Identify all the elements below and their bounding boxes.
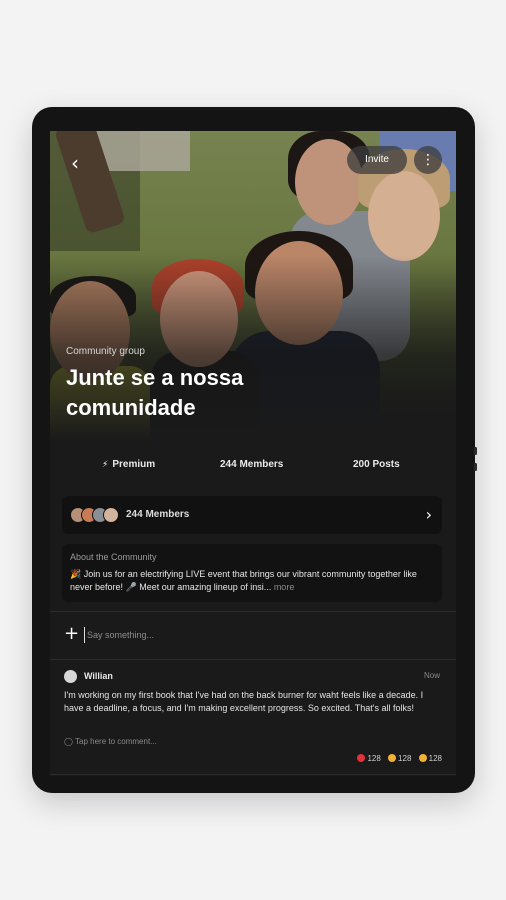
stat-premium: ⚡ Premium bbox=[102, 459, 155, 470]
about-description: 🎉 Join us for an electrifying LIVE event… bbox=[70, 568, 436, 594]
chevron-left-icon: ‹ bbox=[71, 151, 79, 175]
reaction-like[interactable]: 128 bbox=[388, 754, 411, 763]
invite-button[interactable]: Invite bbox=[347, 146, 407, 174]
side-button bbox=[474, 447, 477, 455]
reaction-count: 128 bbox=[367, 754, 381, 763]
app-screen: ‹ Invite ⋮ Community group Junte se a no… bbox=[50, 131, 456, 776]
group-type-label: Community group bbox=[66, 346, 145, 357]
more-vertical-icon: ⋮ bbox=[421, 152, 435, 168]
divider bbox=[50, 659, 456, 660]
avatar bbox=[64, 670, 77, 683]
side-button bbox=[474, 463, 477, 471]
smile-icon bbox=[418, 754, 427, 762]
thumbs-up-icon bbox=[388, 754, 397, 762]
reaction-count: 128 bbox=[398, 754, 412, 763]
post-body: I'm working on my first book that I've h… bbox=[64, 690, 424, 713]
post-timestamp: Now bbox=[423, 671, 440, 680]
stat-premium-label: Premium bbox=[112, 459, 156, 470]
members-row[interactable]: 244 Members › bbox=[62, 496, 442, 534]
about-title: About the Community bbox=[70, 552, 157, 562]
divider bbox=[50, 611, 456, 612]
members-count: 244 Members bbox=[126, 509, 190, 520]
reaction-count: 128 bbox=[428, 754, 442, 763]
avatar bbox=[103, 507, 119, 523]
back-button[interactable]: ‹ bbox=[62, 151, 88, 177]
about-community-card: About the Community 🎉 Join us for an ele… bbox=[62, 544, 442, 602]
stat-members: 244 Members bbox=[220, 459, 284, 470]
divider bbox=[50, 774, 456, 775]
comment-prompt[interactable]: ◯ Tap here to comment... bbox=[64, 737, 157, 746]
chevron-right-icon: › bbox=[425, 505, 432, 524]
post-card: Willian Now I'm working on my first book… bbox=[50, 661, 456, 776]
more-options-button[interactable]: ⋮ bbox=[414, 146, 442, 174]
plus-icon[interactable]: + bbox=[64, 623, 79, 644]
reaction-smile[interactable]: 128 bbox=[418, 754, 442, 763]
more-link[interactable]: more bbox=[271, 582, 295, 592]
group-stats: ⚡ Premium 244 Members 200 Posts bbox=[50, 456, 456, 476]
post-reactions: 128 128 128 bbox=[352, 754, 442, 763]
post-author[interactable]: Willian bbox=[84, 671, 113, 681]
group-title: Junte se a nossa comunidade bbox=[66, 365, 244, 420]
stat-posts: 200 Posts bbox=[353, 459, 400, 470]
lightning-icon: ⚡ bbox=[102, 460, 109, 470]
reaction-heart[interactable]: 128 bbox=[357, 754, 381, 763]
compose-input[interactable] bbox=[84, 627, 424, 643]
tablet-frame: ‹ Invite ⋮ Community group Junte se a no… bbox=[32, 107, 477, 793]
compose-bar: + bbox=[62, 621, 442, 649]
about-text: 🎉 Join us for an electrifying LIVE event… bbox=[70, 569, 417, 592]
heart-icon bbox=[357, 754, 366, 762]
